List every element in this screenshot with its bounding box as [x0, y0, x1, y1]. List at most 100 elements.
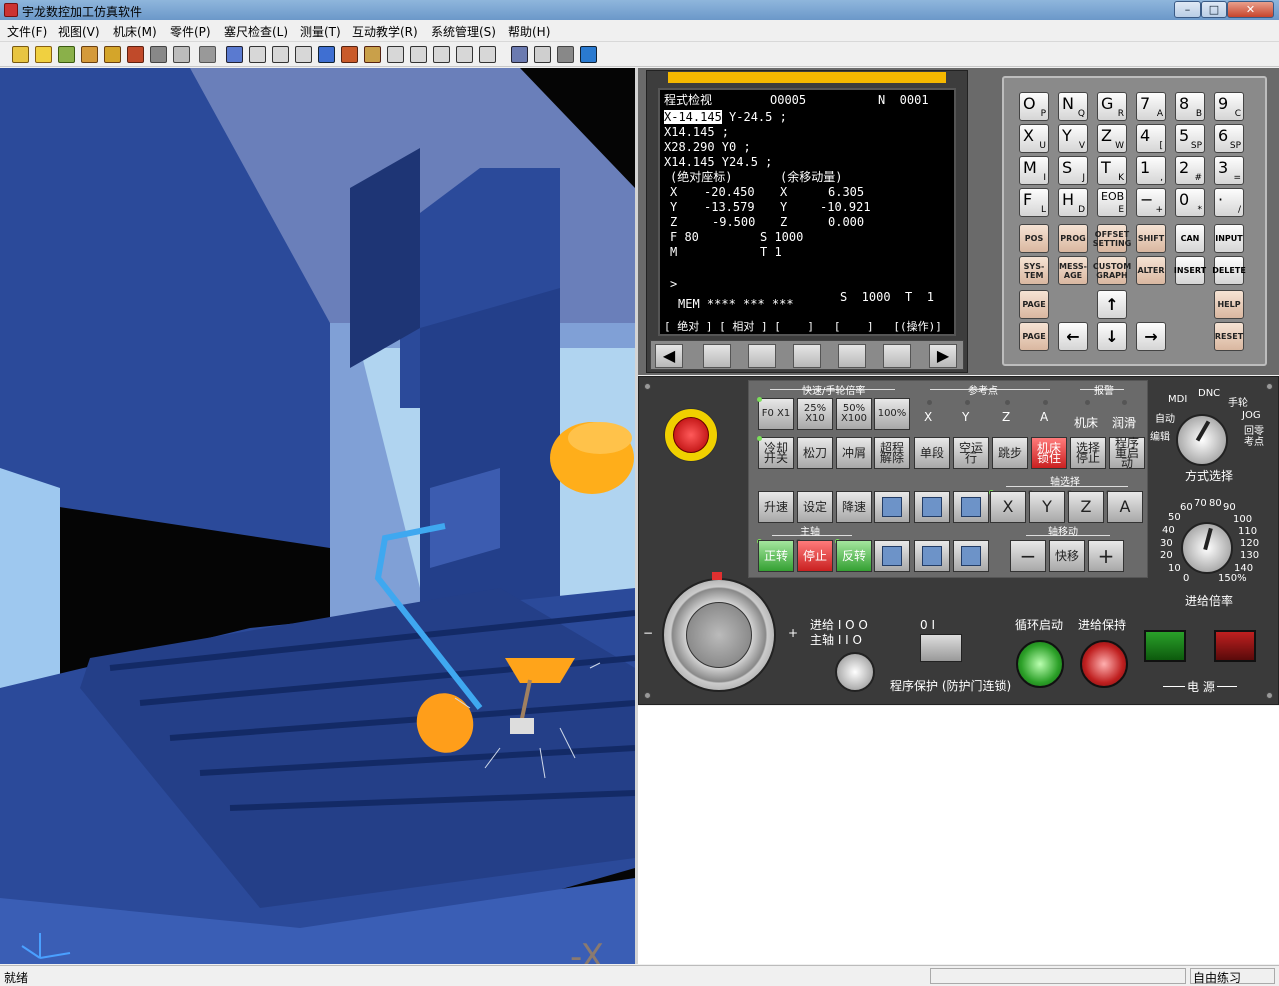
base-icon[interactable]	[127, 46, 144, 63]
spindle-stop[interactable]: 停止	[797, 540, 833, 572]
menu-machine[interactable]: 机床(M)	[113, 23, 157, 40]
func-button-3[interactable]: 超程 解除	[874, 437, 910, 469]
softkey-2[interactable]	[748, 344, 776, 368]
minimize-button[interactable]: –	[1174, 1, 1201, 18]
speed-button-0[interactable]: 升速	[758, 491, 794, 523]
help-button[interactable]: HELP	[1214, 290, 1244, 319]
zoom-icon[interactable]	[272, 46, 289, 63]
func-button-8[interactable]: 选择 停止	[1070, 437, 1106, 469]
key-19[interactable]: FL	[1019, 188, 1049, 217]
user-button-4[interactable]	[914, 540, 950, 572]
key-17[interactable]: 2 #	[1175, 156, 1205, 185]
key-5[interactable]: 8B	[1175, 92, 1205, 121]
softkey-5[interactable]	[883, 344, 911, 368]
func-button-0[interactable]: 冷却 开关	[758, 437, 794, 469]
axis-select-z[interactable]: Z	[1068, 491, 1104, 523]
reset-button[interactable]: RESET	[1214, 322, 1244, 351]
menu-part[interactable]: 零件(P)	[170, 23, 211, 40]
key-16[interactable]: 1,	[1136, 156, 1166, 185]
view-top-icon[interactable]	[433, 46, 450, 63]
key-22[interactable]: − +	[1136, 188, 1166, 217]
axis-move-minus[interactable]: −	[1010, 540, 1046, 572]
func-key-input[interactable]: INPUT	[1214, 224, 1244, 253]
arrow-up-button[interactable]: ↑	[1097, 290, 1127, 319]
gray-box-icon[interactable]	[150, 46, 167, 63]
spindle-override-knob[interactable]	[835, 652, 875, 692]
softkey-4[interactable]	[838, 344, 866, 368]
rotate-icon[interactable]	[318, 46, 335, 63]
view-fit-icon[interactable]	[479, 46, 496, 63]
menu-measure[interactable]: 测量(T)	[300, 23, 341, 40]
page-up-button[interactable]: PAGE	[1019, 290, 1049, 319]
user-button-3[interactable]	[874, 540, 910, 572]
func-key-insert[interactable]: INSERT	[1174, 256, 1206, 285]
key-18[interactable]: 3 =	[1214, 156, 1244, 185]
key-9[interactable]: ZW	[1097, 124, 1127, 153]
arrow-down-button[interactable]: ↓	[1097, 322, 1127, 351]
key-12[interactable]: 6 SP	[1214, 124, 1244, 153]
feed-hold-button[interactable]	[1080, 640, 1128, 688]
zoom-window-icon[interactable]	[249, 46, 266, 63]
axis-select-x[interactable]: X	[990, 491, 1026, 523]
key-20[interactable]: HD	[1058, 188, 1088, 217]
key-4[interactable]: 7A	[1136, 92, 1166, 121]
speed-button-2[interactable]: 降速	[836, 491, 872, 523]
pan-icon[interactable]	[295, 46, 312, 63]
spindle-ccw[interactable]: 反转	[836, 540, 872, 572]
program-protect-key[interactable]	[920, 634, 962, 662]
func-button-1[interactable]: 松刀	[797, 437, 833, 469]
func-key-message[interactable]: MESS- AGE	[1058, 256, 1088, 285]
stock-icon[interactable]	[35, 46, 52, 63]
gray-icon[interactable]	[557, 46, 574, 63]
user-button-0[interactable]	[874, 491, 910, 523]
rapid-override-2[interactable]: 50% X100	[836, 398, 872, 430]
panel-switch-icon[interactable]	[534, 46, 551, 63]
key-24[interactable]: · /	[1214, 188, 1244, 217]
menu-feeler-check[interactable]: 塞尺检查(L)	[224, 23, 288, 40]
axis-move-rapid[interactable]: 快移	[1049, 540, 1085, 572]
cycle-start-button[interactable]	[1016, 640, 1064, 688]
menu-system[interactable]: 系统管理(S)	[431, 23, 496, 40]
key-7[interactable]: XU	[1019, 124, 1049, 153]
fixture-icon[interactable]	[58, 46, 75, 63]
softkey-left[interactable]: ◀	[655, 344, 683, 368]
func-key-shift[interactable]: SHIFT	[1136, 224, 1166, 253]
spindle-cw[interactable]: 正转	[758, 540, 794, 572]
key-11[interactable]: 5 SP	[1175, 124, 1205, 153]
reset-view-icon[interactable]	[226, 46, 243, 63]
func-key-delete[interactable]: DELETE	[1212, 256, 1246, 285]
func-key-prog[interactable]: PROG	[1058, 224, 1088, 253]
softkey-3[interactable]	[793, 344, 821, 368]
key-6[interactable]: 9C	[1214, 92, 1244, 121]
view-right-icon[interactable]	[387, 46, 404, 63]
key-3[interactable]: GR	[1097, 92, 1127, 121]
key-13[interactable]: MI	[1019, 156, 1049, 185]
func-button-4[interactable]: 单段	[914, 437, 950, 469]
axis-select-a[interactable]: A	[1107, 491, 1143, 523]
close-button[interactable]: ✕	[1227, 1, 1274, 18]
power-off-button[interactable]	[1214, 630, 1256, 662]
emergency-stop-button[interactable]	[673, 417, 709, 453]
func-button-2[interactable]: 冲屑	[836, 437, 872, 469]
user-button-2[interactable]	[953, 491, 989, 523]
key-23[interactable]: 0 *	[1175, 188, 1205, 217]
func-button-6[interactable]: 跳步	[992, 437, 1028, 469]
rotate-axis-icon[interactable]	[341, 46, 358, 63]
tool-icon[interactable]	[104, 46, 121, 63]
arrow-right-button[interactable]: →	[1136, 322, 1166, 351]
view-front-icon[interactable]	[410, 46, 427, 63]
func-key-pos[interactable]: POS	[1019, 224, 1049, 253]
func-key-can[interactable]: CAN	[1175, 224, 1205, 253]
user-button-5[interactable]	[953, 540, 989, 572]
softkey-1[interactable]	[703, 344, 731, 368]
machine-3d-view[interactable]: -X	[0, 68, 635, 964]
key-14[interactable]: SJ	[1058, 156, 1088, 185]
func-key-offsetsetting[interactable]: OFFSET SETTING	[1093, 224, 1131, 253]
user-button-1[interactable]	[914, 491, 950, 523]
menu-help[interactable]: 帮助(H)	[508, 23, 550, 40]
key-1[interactable]: OP	[1019, 92, 1049, 121]
machine-select-icon[interactable]	[12, 46, 29, 63]
key-10[interactable]: 4[	[1136, 124, 1166, 153]
key-15[interactable]: TK	[1097, 156, 1127, 185]
view-left-icon[interactable]	[364, 46, 381, 63]
